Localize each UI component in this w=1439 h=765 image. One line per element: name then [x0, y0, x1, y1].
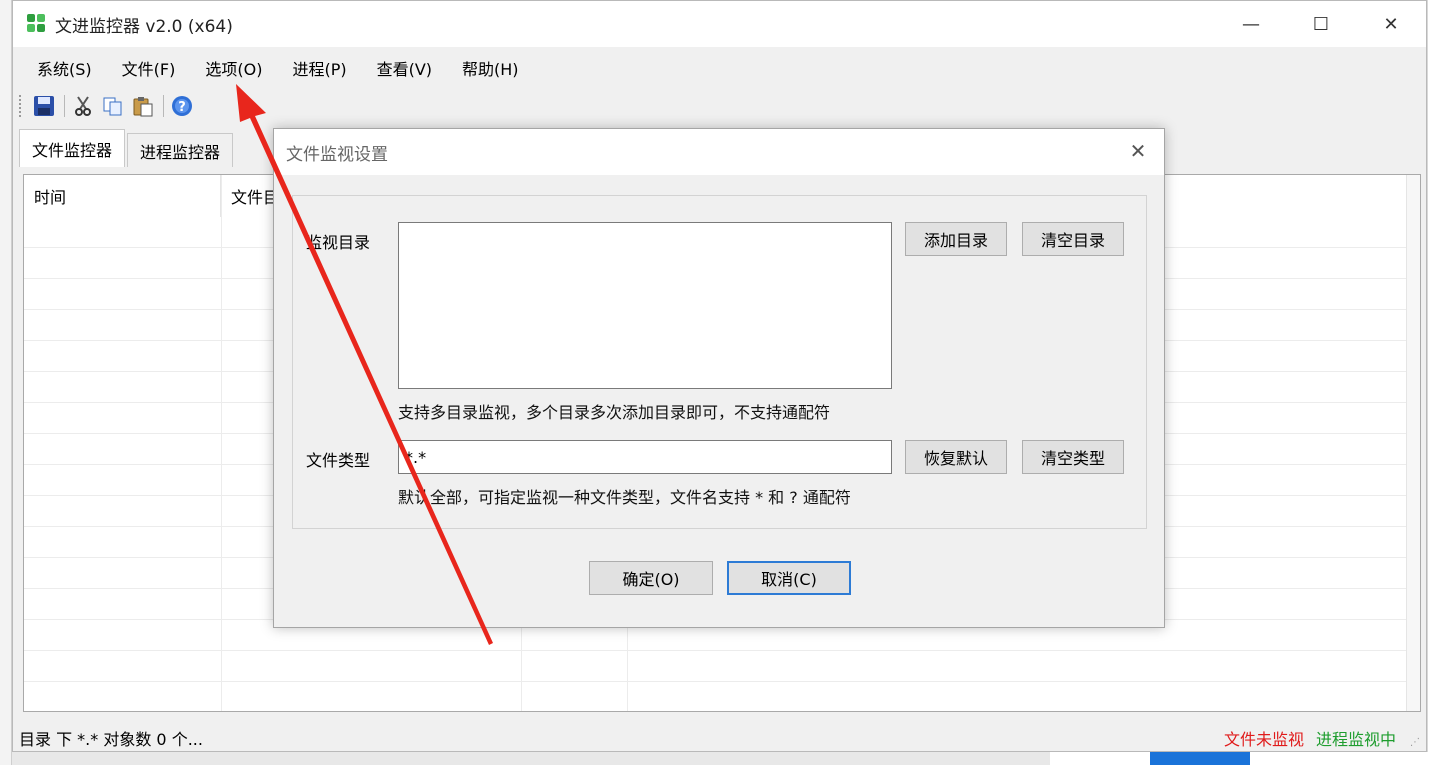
clear-type-button[interactable]: 清空类型	[1022, 440, 1124, 474]
column-divider	[221, 175, 222, 711]
toolbar: ?	[13, 89, 1426, 123]
save-icon[interactable]	[32, 94, 56, 118]
minimize-button[interactable]: —	[1216, 1, 1286, 47]
file-monitor-settings-dialog: 文件监视设置 ✕ 监视目录 添加目录 清空目录 支持多目录监视，多个目录多次添加…	[273, 128, 1165, 628]
file-type-hint: 默认全部，可指定监视一种文件类型，文件名支持 * 和 ? 通配符	[398, 488, 851, 507]
tab-strip: 文件监控器 进程监控器	[19, 129, 235, 167]
file-monitor-status: 文件未监视	[1223, 730, 1304, 749]
status-directory: 目录 下 *.* 对象数 0 个...	[19, 730, 203, 749]
dialog-close-button[interactable]: ✕	[1126, 139, 1150, 163]
process-monitor-status: 进程监视中	[1315, 730, 1396, 749]
status-bar: 目录 下 *.* 对象数 0 个... 文件未监视 进程监视中 ⋰	[13, 723, 1426, 753]
title-bar: 文进监控器 v2.0 (x64) — ☐ ✕	[13, 1, 1426, 47]
dialog-title: 文件监视设置	[286, 144, 388, 165]
dialog-title-bar: 文件监视设置 ✕	[274, 129, 1164, 175]
file-type-label: 文件类型	[306, 451, 371, 470]
svg-text:?: ?	[178, 100, 186, 115]
background-window-bottom	[1050, 752, 1439, 765]
menu-process[interactable]: 进程(P)	[282, 56, 356, 80]
add-directory-button[interactable]: 添加目录	[905, 222, 1007, 256]
column-header-time[interactable]: 时间	[24, 175, 221, 217]
paste-icon[interactable]	[131, 94, 155, 118]
help-icon[interactable]: ?	[170, 94, 194, 118]
menu-system[interactable]: 系统(S)	[27, 56, 102, 80]
vertical-scrollbar[interactable]	[1406, 175, 1420, 711]
watch-directory-label: 监视目录	[306, 233, 371, 252]
menu-help[interactable]: 帮助(H)	[452, 56, 529, 80]
tab-file-monitor[interactable]: 文件监控器	[19, 129, 126, 167]
background-window-left	[0, 0, 12, 765]
window-title: 文进监控器 v2.0 (x64)	[55, 16, 233, 37]
maximize-button[interactable]: ☐	[1286, 1, 1356, 47]
cut-icon[interactable]	[71, 94, 95, 118]
toolbar-separator	[163, 95, 164, 117]
close-button[interactable]: ✕	[1356, 1, 1426, 47]
cancel-button[interactable]: 取消(C)	[727, 561, 851, 595]
restore-default-button[interactable]: 恢复默认	[905, 440, 1007, 474]
toolbar-grip[interactable]	[19, 95, 22, 117]
clear-directory-button[interactable]: 清空目录	[1022, 222, 1124, 256]
watch-directory-list[interactable]	[398, 222, 892, 389]
toolbar-separator	[64, 95, 65, 117]
background-window-right	[1427, 0, 1439, 765]
menu-view[interactable]: 查看(V)	[367, 56, 442, 80]
ok-button[interactable]: 确定(O)	[589, 561, 713, 595]
menu-options[interactable]: 选项(O)	[195, 56, 272, 80]
resize-grip-icon[interactable]: ⋰	[1410, 737, 1422, 749]
file-type-input[interactable]	[398, 440, 892, 474]
tab-process-monitor[interactable]: 进程监控器	[127, 133, 234, 167]
menu-file[interactable]: 文件(F)	[112, 56, 186, 80]
directory-hint: 支持多目录监视，多个目录多次添加目录即可，不支持通配符	[398, 403, 831, 422]
menu-bar: 系统(S) 文件(F) 选项(O) 进程(P) 查看(V) 帮助(H)	[13, 49, 1426, 87]
app-icon	[27, 14, 47, 34]
copy-icon[interactable]	[101, 94, 125, 118]
